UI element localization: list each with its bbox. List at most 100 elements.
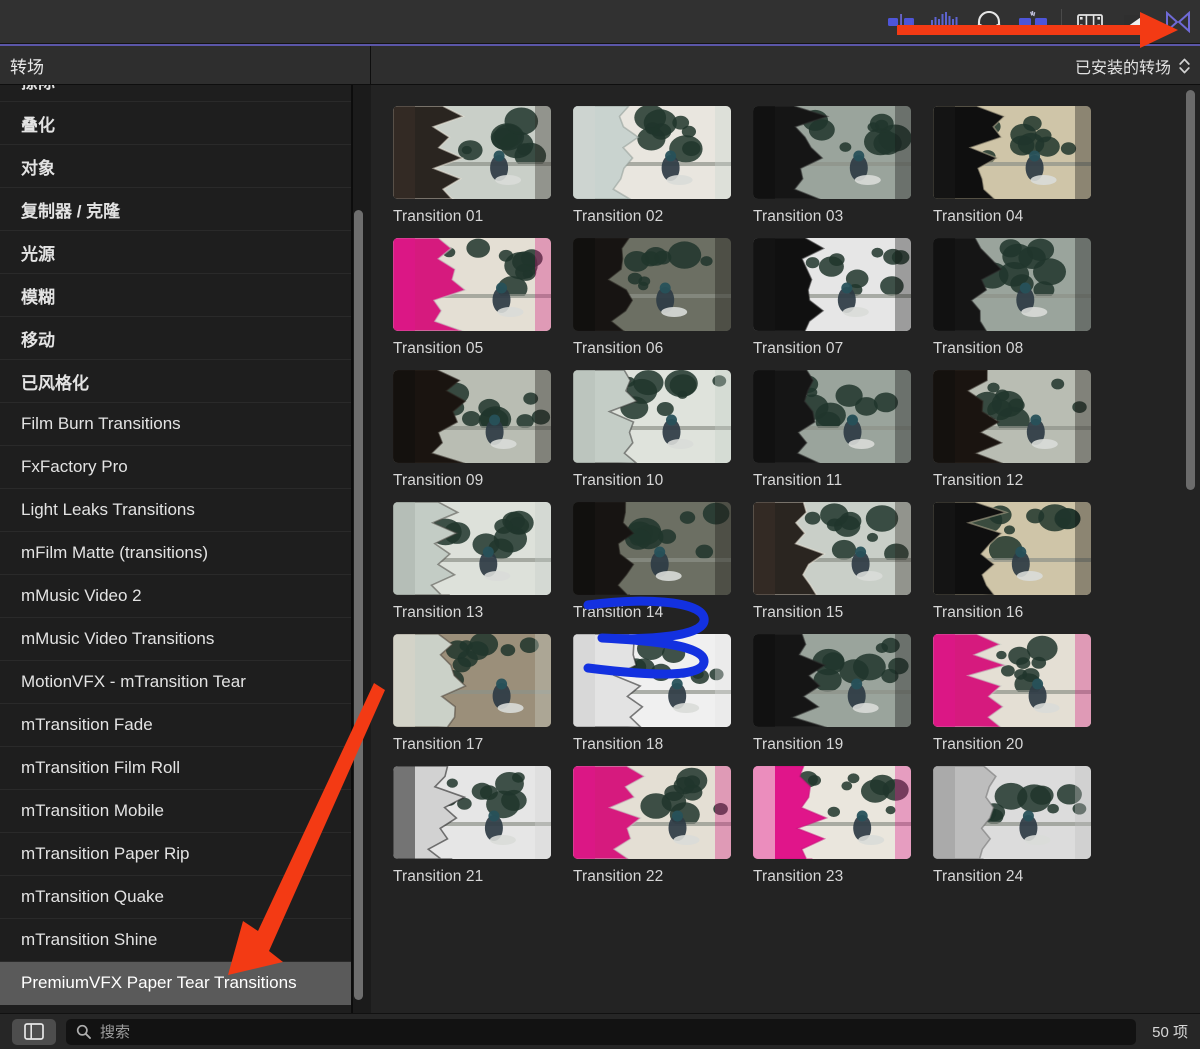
toolbar-divider-1 <box>1061 8 1062 35</box>
transition-thumbnail[interactable] <box>573 766 731 859</box>
transition-thumbnail[interactable] <box>393 370 551 463</box>
content-scrollbar[interactable] <box>1186 90 1195 490</box>
sidebar-item[interactable]: mTransition Film Roll <box>0 747 351 790</box>
transition-cell[interactable]: Transition 22 <box>573 766 731 886</box>
sidebar-item[interactable]: mTransition Shine <box>0 919 351 962</box>
item-count-label: 50 项 <box>1152 1024 1188 1041</box>
transition-cell[interactable]: Transition 10 <box>573 370 731 490</box>
sidebar-scrollbar[interactable] <box>354 210 363 1000</box>
sidebar-item-label: mTransition Mobile <box>21 801 164 820</box>
transition-cell[interactable]: Transition 01 <box>393 106 551 226</box>
sidebar-item[interactable]: mTransition Paper Rip <box>0 833 351 876</box>
headphones-icon[interactable] <box>967 7 1011 37</box>
sidebar-item-label: mFilm Matte (transitions) <box>21 543 209 562</box>
sidebar-toggle-button[interactable] <box>12 1018 56 1045</box>
transition-thumbnail[interactable] <box>393 106 551 199</box>
transition-cell[interactable]: Transition 09 <box>393 370 551 490</box>
sidebar-item-label: PremiumVFX Paper Tear Transitions <box>21 973 297 992</box>
sidebar-item[interactable]: FxFactory Pro <box>0 446 351 489</box>
transitions-bowtie-icon[interactable] <box>1156 7 1200 37</box>
transition-label: Transition 15 <box>753 604 844 621</box>
transition-thumbnail[interactable] <box>933 238 1091 331</box>
search-icon <box>76 1024 91 1039</box>
transition-cell[interactable]: Transition 16 <box>933 502 1091 622</box>
transition-thumbnail[interactable] <box>933 370 1091 463</box>
sidebar-item[interactable]: mMusic Video 2 <box>0 575 351 618</box>
sidebar-item[interactable]: mTransition Quake <box>0 876 351 919</box>
transition-thumbnail[interactable] <box>573 106 731 199</box>
transition-thumbnail[interactable] <box>393 766 551 859</box>
sidebar-item-label: MotionVFX - mTransition Tear <box>21 672 246 691</box>
transition-thumbnail[interactable] <box>753 238 911 331</box>
transition-thumbnail[interactable] <box>933 502 1091 595</box>
search-placeholder: 搜索 <box>100 1024 131 1041</box>
transition-thumbnail[interactable] <box>753 370 911 463</box>
panel-header-divider <box>370 46 371 85</box>
transition-thumbnail[interactable] <box>933 634 1091 727</box>
transition-thumbnail[interactable] <box>933 766 1091 859</box>
color-board-icon[interactable] <box>1011 7 1055 37</box>
transition-cell[interactable]: Transition 20 <box>933 634 1091 754</box>
transition-cell[interactable]: Transition 24 <box>933 766 1091 886</box>
transition-thumbnail[interactable] <box>753 766 911 859</box>
transition-cell[interactable]: Transition 23 <box>753 766 911 886</box>
sidebar-item[interactable]: Light Leaks Transitions <box>0 489 351 532</box>
search-input[interactable]: 搜索 <box>66 1018 1137 1045</box>
transition-thumbnail[interactable] <box>393 238 551 331</box>
titles-generators-icon[interactable] <box>1112 7 1156 37</box>
sidebar-item[interactable]: Film Burn Transitions <box>0 403 351 446</box>
transition-cell[interactable]: Transition 11 <box>753 370 911 490</box>
transition-cell[interactable]: Transition 05 <box>393 238 551 358</box>
transition-thumbnail[interactable] <box>573 502 731 595</box>
sidebar-item[interactable]: 擦际 <box>0 85 351 102</box>
sidebar-item[interactable]: 模糊 <box>0 274 351 317</box>
sidebar-item[interactable]: 对象 <box>0 145 351 188</box>
transition-cell[interactable]: Transition 17 <box>393 634 551 754</box>
film-strip-icon[interactable] <box>1068 7 1112 37</box>
transition-label: Transition 21 <box>393 868 484 885</box>
transition-cell[interactable]: Transition 06 <box>573 238 731 358</box>
transition-cell[interactable]: Transition 18 <box>573 634 731 754</box>
transition-cell[interactable]: Transition 13 <box>393 502 551 622</box>
sidebar-item-label: mMusic Video Transitions <box>21 629 215 648</box>
installed-transitions-label: 已安装的转场 <box>1074 59 1171 77</box>
sidebar-item[interactable]: 已风格化 <box>0 360 351 403</box>
transition-thumbnail[interactable] <box>393 502 551 595</box>
transition-cell[interactable]: Transition 04 <box>933 106 1091 226</box>
sidebar-item[interactable]: mTransition Mobile <box>0 790 351 833</box>
installed-transitions-popup[interactable]: 已安装的转场 <box>1075 46 1190 85</box>
audio-enhance-icon[interactable] <box>879 7 923 37</box>
transition-label: Transition 24 <box>933 868 1024 885</box>
transition-thumbnail[interactable] <box>573 634 731 727</box>
sidebar-item[interactable]: mMusic Video Transitions <box>0 618 351 661</box>
audio-meters-icon[interactable] <box>923 7 967 37</box>
transition-cell[interactable]: Transition 21 <box>393 766 551 886</box>
transition-cell[interactable]: Transition 14 <box>573 502 731 622</box>
transition-cell[interactable]: Transition 03 <box>753 106 911 226</box>
sidebar-item[interactable]: 光源 <box>0 231 351 274</box>
sidebar-item[interactable]: mTransition Fade <box>0 704 351 747</box>
transition-cell[interactable]: Transition 12 <box>933 370 1091 490</box>
transitions-category-sidebar[interactable]: 擦际叠化对象复制器 / 克隆光源模糊移动已风格化 Film Burn Transi… <box>0 85 352 1013</box>
transition-thumbnail[interactable] <box>393 634 551 727</box>
transition-thumbnail[interactable] <box>753 502 911 595</box>
sidebar-item[interactable]: 叠化 <box>0 102 351 145</box>
sidebar-item[interactable]: mFilm Matte (transitions) <box>0 532 351 575</box>
transition-thumbnail[interactable] <box>753 634 911 727</box>
sidebar-item[interactable]: 移动 <box>0 317 351 360</box>
sidebar-item[interactable]: MotionVFX - mTransition Tear <box>0 661 351 704</box>
transition-thumbnail[interactable] <box>573 370 731 463</box>
sidebar-item-label: 模糊 <box>21 287 55 307</box>
transition-cell[interactable]: Transition 19 <box>753 634 911 754</box>
transitions-browser-window: 转场 已安装的转场 擦际叠化对象复制器 / 克隆光源模糊移动已风格化 Film B… <box>0 0 1200 1049</box>
sidebar-item[interactable]: PremiumVFX Paper Tear Transitions <box>0 962 351 1005</box>
transition-thumbnail[interactable] <box>573 238 731 331</box>
transition-cell[interactable]: Transition 02 <box>573 106 731 226</box>
transition-thumbnail[interactable] <box>753 106 911 199</box>
toolbar-audio-group <box>879 0 1055 44</box>
transition-cell[interactable]: Transition 15 <box>753 502 911 622</box>
sidebar-item[interactable]: 复制器 / 克隆 <box>0 188 351 231</box>
transition-cell[interactable]: Transition 08 <box>933 238 1091 358</box>
transition-thumbnail[interactable] <box>933 106 1091 199</box>
transition-cell[interactable]: Transition 07 <box>753 238 911 358</box>
